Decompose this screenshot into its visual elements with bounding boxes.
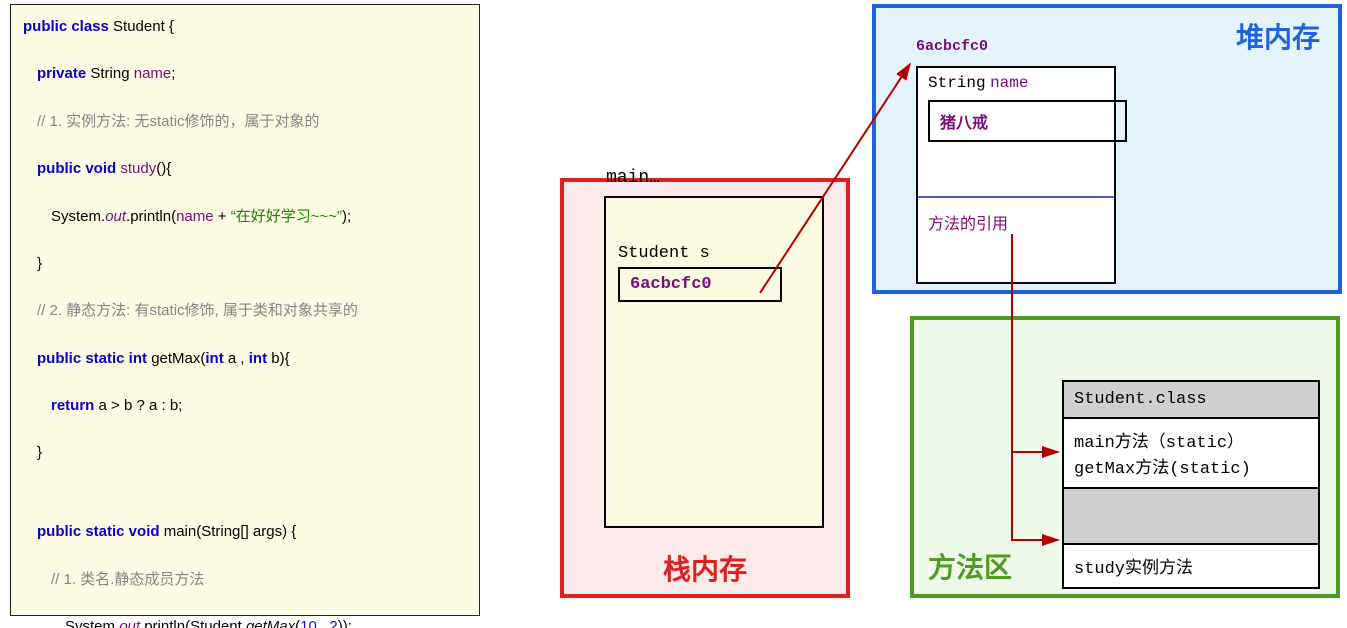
stack-var-value: 6acbcfc0 <box>618 267 782 302</box>
heap-memory-box: 堆内存 6acbcfc0 String name 猪八戒 方法的引用 <box>872 4 1342 294</box>
stack-title: 栈内存 <box>564 548 846 588</box>
stack-frame-main: main… Student s 6acbcfc0 <box>604 196 824 528</box>
stack-frame-header: main… <box>606 168 660 188</box>
class-row-instance: study实例方法 <box>1064 545 1318 587</box>
method-area-box: Student.class main方法（static） getMax方法(st… <box>910 316 1340 598</box>
class-table: Student.class main方法（static） getMax方法(st… <box>1062 380 1320 589</box>
stack-var-label: Student s <box>618 244 810 263</box>
heap-object-address: 6acbcfc0 <box>916 38 988 55</box>
method-area-title: 方法区 <box>928 546 1012 586</box>
heap-method-ref: 方法的引用 <box>928 210 1008 234</box>
code-panel: public class Student { private String na… <box>10 4 480 616</box>
heap-object: String name 猪八戒 方法的引用 <box>916 66 1116 284</box>
class-row-static: main方法（static） getMax方法(static) <box>1064 419 1318 489</box>
stack-memory-box: main… Student s 6acbcfc0 栈内存 <box>560 178 850 598</box>
heap-separator <box>918 196 1114 198</box>
heap-title: 堆内存 <box>1236 16 1320 56</box>
heap-field-label: String name <box>928 74 1028 92</box>
heap-field-value: 猪八戒 <box>928 100 1127 142</box>
class-row-blank <box>1064 489 1318 545</box>
class-row-header: Student.class <box>1064 382 1318 419</box>
